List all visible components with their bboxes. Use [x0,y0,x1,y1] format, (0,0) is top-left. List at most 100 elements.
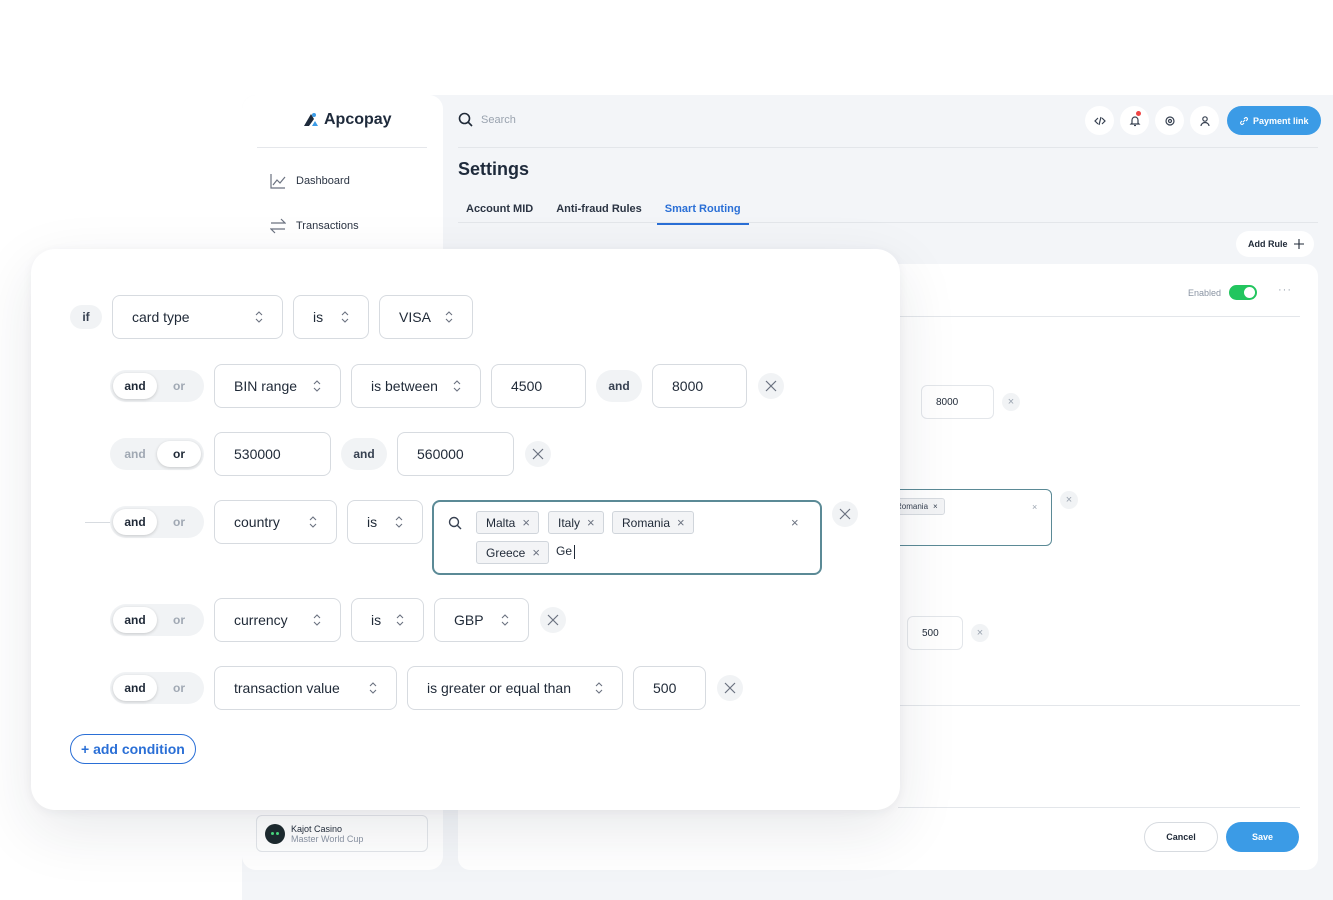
and-option[interactable]: and [113,373,157,399]
chip-label: Greece [486,545,526,560]
bell-icon[interactable] [1120,106,1149,135]
and-option[interactable]: and [113,441,157,467]
add-condition-button[interactable]: + add condition [70,734,196,764]
remove-condition-button[interactable] [832,501,858,527]
operator-select-value: is [313,309,324,325]
chevron-updown-icon [396,614,404,626]
and-or-toggle[interactable]: and or [110,370,204,402]
country-chip[interactable]: Greece × [476,541,549,564]
arrows-exchange-icon [270,218,286,234]
brand-logo[interactable]: Apcopay [302,111,392,129]
topbar-divider [458,147,1318,148]
bg-chip-label: Romania [896,502,929,511]
or-option[interactable]: or [157,675,201,701]
operator-select[interactable]: is [293,295,369,339]
chevron-updown-icon [313,614,321,626]
close-icon [765,380,777,392]
search-input[interactable]: Search [481,114,516,126]
close-icon [547,614,559,626]
settings-circle-icon[interactable] [1155,106,1184,135]
operator-select[interactable]: is [347,500,423,544]
or-option[interactable]: or [157,509,201,535]
country-chip[interactable]: Romania × [612,511,694,534]
between-and-label: and [596,370,642,402]
condition-row-currency: and or currency is GBP [31,598,566,642]
remove-condition-button[interactable] [758,373,784,399]
country-multiselect[interactable]: Malta × Italy × Romania × Greece × Ge × [432,500,822,575]
and-or-toggle[interactable]: and or [110,506,204,538]
text-caret [574,544,576,559]
field-select[interactable]: transaction value [214,666,397,710]
or-option[interactable]: or [157,441,201,467]
operator-select[interactable]: is between [351,364,481,408]
close-icon[interactable]: × [532,546,540,559]
card-divider [898,705,1300,706]
condition-row-transaction-value: and or transaction value is greater or e… [31,666,743,710]
account-switcher[interactable]: Kajot Casino Master World Cup [256,815,428,852]
value-select[interactable]: VISA [379,295,473,339]
value-select[interactable]: GBP [434,598,529,642]
remove-condition-button[interactable] [540,607,566,633]
close-icon[interactable]: × [522,516,530,529]
close-icon [724,682,736,694]
chevron-updown-icon [341,311,349,323]
and-or-toggle[interactable]: and or [110,672,204,704]
field-select-value: currency [234,612,288,628]
and-option[interactable]: and [113,509,157,535]
save-button[interactable]: Save [1226,822,1299,852]
multiselect-input[interactable]: Ge [556,544,576,559]
more-options-icon[interactable]: ··· [1278,284,1292,296]
tabs-divider [458,222,1318,223]
bg-country-multiselect: Romania × × [888,489,1052,546]
and-option[interactable]: and [113,675,157,701]
condition-row-card-type: if card type is VISA [31,295,473,339]
condition-builder-panel: if card type is VISA and or BIN range is… [31,249,900,810]
sidebar-item-transactions[interactable]: Transactions [270,218,359,234]
close-icon[interactable]: × [587,516,595,529]
user-icon[interactable] [1190,106,1219,135]
card-divider [898,316,1300,317]
chip-label: Romania [622,515,671,530]
search-bar[interactable]: Search [458,112,516,127]
range-from-input[interactable]: 530000 [214,432,331,476]
chevron-updown-icon [445,311,453,323]
country-chip[interactable]: Malta × [476,511,539,534]
operator-select[interactable]: is [351,598,424,642]
add-rule-button[interactable]: Add Rule [1236,231,1314,257]
or-option[interactable]: or [157,607,201,633]
code-icon[interactable] [1085,106,1114,135]
operator-select[interactable]: is greater or equal than [407,666,623,710]
if-label: if [70,305,102,329]
account-name: Kajot Casino [291,823,343,834]
range-to-input[interactable]: 8000 [652,364,747,408]
operator-select-value: is [367,514,378,530]
remove-condition-button[interactable] [717,675,743,701]
field-select[interactable]: BIN range [214,364,341,408]
field-select[interactable]: country [214,500,337,544]
range-from-input[interactable]: 4500 [491,364,586,408]
country-chip[interactable]: Italy × [548,511,604,534]
value-input[interactable]: 500 [633,666,706,710]
or-option[interactable]: or [157,373,201,399]
page-title: Settings [458,159,530,179]
field-select[interactable]: card type [112,295,283,339]
chevron-updown-icon [501,614,509,626]
clear-icon[interactable]: × [791,515,799,530]
cancel-button[interactable]: Cancel [1144,822,1218,852]
close-icon[interactable]: × [677,516,685,529]
chevron-updown-icon [369,682,377,694]
remove-condition-button[interactable] [525,441,551,467]
enabled-toggle[interactable] [1229,285,1258,300]
sidebar-item-dashboard[interactable]: Dashboard [270,173,350,189]
range-to-input[interactable]: 560000 [397,432,514,476]
enabled-switch[interactable]: Enabled [1188,285,1258,300]
chip-label: Italy [558,515,581,530]
payment-link-button[interactable]: Payment link [1227,106,1321,135]
and-or-toggle[interactable]: and or [110,438,204,470]
field-select[interactable]: currency [214,598,341,642]
topbar-actions: Payment link [1085,106,1321,135]
and-option[interactable]: and [113,607,157,633]
notification-dot [1136,111,1141,116]
account-subtitle: Master World Cup [291,833,364,844]
and-or-toggle[interactable]: and or [110,604,204,636]
